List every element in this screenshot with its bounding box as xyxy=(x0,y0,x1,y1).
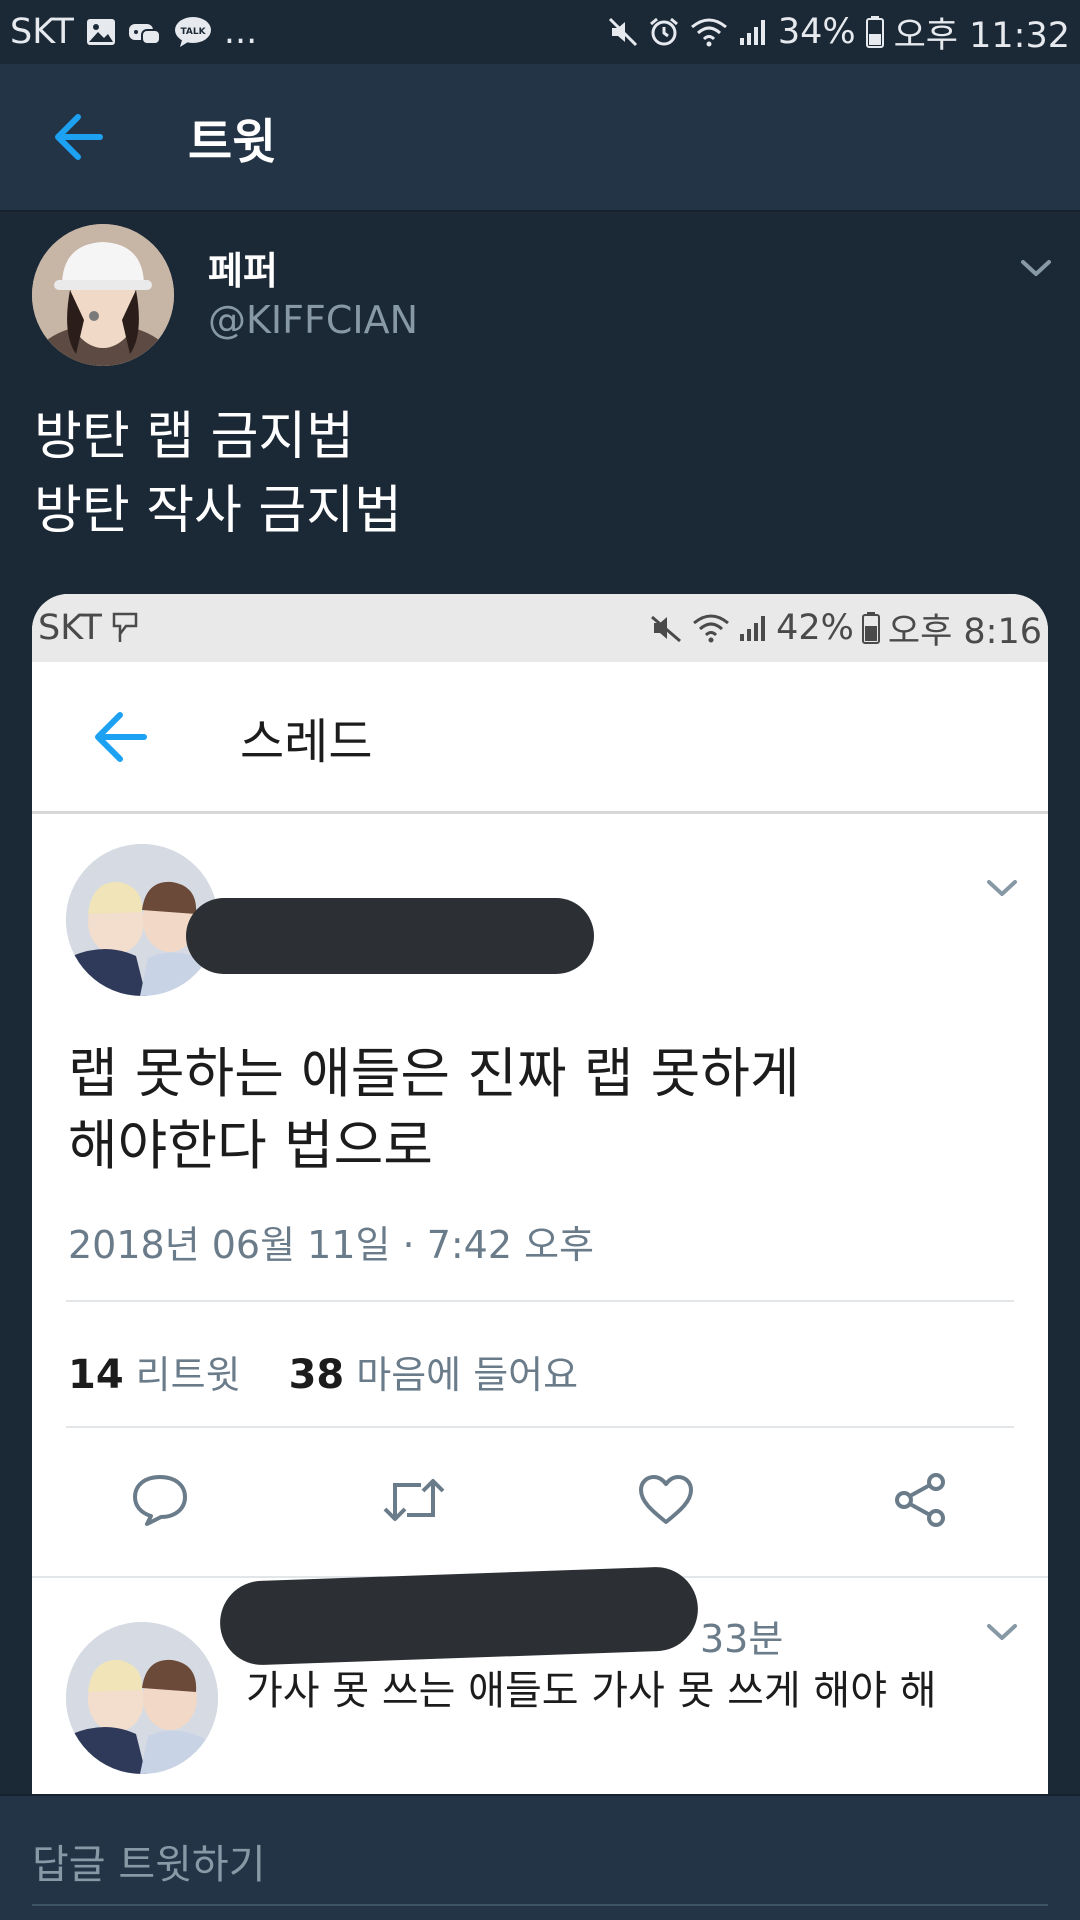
status-left: SKT TALK ... xyxy=(10,12,257,52)
retweet-action xyxy=(374,1460,454,1540)
retweet-count: 14 xyxy=(68,1352,124,1398)
page-title: 트윗 xyxy=(188,114,277,170)
reply-input-underline xyxy=(32,1904,1048,1906)
embedded-clock: 오후 8:16 xyxy=(887,611,1042,652)
reply-input[interactable]: 답글 트윗하기 xyxy=(32,1832,266,1890)
battery-percent: 34% xyxy=(777,12,856,52)
embedded-carrier-label: SKT xyxy=(38,608,102,648)
retweet-label: 리트윗 xyxy=(135,1353,241,1397)
share-action xyxy=(880,1460,960,1540)
reply-icon xyxy=(133,1475,187,1526)
embedded-back-button xyxy=(80,697,160,777)
reply-time: 33분 xyxy=(700,1617,784,1661)
reply-text: 가사 못 쓰는 애들도 가사 못 쓰게 해야 해 xyxy=(246,1668,937,1714)
embedded-tweet-text: 랩 못하는 애들은 진짜 랩 못하게 해야한다 법으로 xyxy=(68,1038,800,1182)
display-name[interactable]: 페퍼 xyxy=(208,240,278,295)
back-arrow-icon xyxy=(55,114,103,160)
battery-icon xyxy=(865,16,884,48)
chevron-down-icon xyxy=(987,1624,1017,1640)
back-button[interactable] xyxy=(38,97,118,177)
embedded-status-right: 42% 오후 8:16 xyxy=(648,603,1042,654)
tweet-text-line: 방탄 랩 금지법 xyxy=(34,407,355,467)
reply-composer: 답글 트윗하기 xyxy=(0,1794,1080,1920)
carrier-label: SKT xyxy=(10,12,74,52)
embedded-tweet-date: 2018년 06월 11일 · 7:42 오후 xyxy=(68,1223,595,1267)
embedded-options-button xyxy=(982,868,1022,908)
wifi-icon xyxy=(692,613,730,643)
embedded-reply: 33분 가사 못 쓰는 애들도 가사 못 쓰게 해야 해 xyxy=(32,1565,1048,1794)
avatar[interactable] xyxy=(32,224,174,366)
like-label: 마음에 들어요 xyxy=(356,1353,579,1397)
heart-icon xyxy=(639,1475,693,1524)
battery-icon xyxy=(861,612,880,644)
share-icon xyxy=(895,1473,945,1527)
back-arrow-icon xyxy=(95,711,147,762)
reply-avatar xyxy=(66,1622,218,1774)
status-right: 34% 오후 11:32 xyxy=(608,7,1070,58)
user-handle[interactable]: @KIFFCIAN xyxy=(208,298,418,342)
signal-icon xyxy=(738,614,768,642)
clock: 오후 11:32 xyxy=(893,15,1070,56)
embedded-battery-percent: 42% xyxy=(776,608,854,648)
embedded-page-title: 스레드 xyxy=(240,713,373,770)
mute-icon xyxy=(608,17,638,47)
divider xyxy=(66,1426,1014,1428)
divider xyxy=(66,1300,1014,1302)
embedded-tweet-stats: 14 리트윗 38 마음에 들어요 xyxy=(68,1344,578,1399)
like-count: 38 xyxy=(288,1352,345,1398)
notification-icon xyxy=(110,612,140,644)
notification-overflow: ... xyxy=(223,12,258,52)
kakaotalk-notification-icon: TALK xyxy=(174,16,212,48)
talk-label: TALK xyxy=(180,27,206,37)
tweet-text-line: 방탄 작사 금지법 xyxy=(34,481,402,541)
alarm-icon xyxy=(648,16,680,48)
app-header: 트윗 xyxy=(0,64,1080,212)
embedded-tweet-text-line: 해야한다 법으로 xyxy=(68,1114,433,1177)
tweet-options-button[interactable] xyxy=(1016,248,1056,288)
wifi-icon xyxy=(690,17,728,47)
like-action xyxy=(626,1460,706,1540)
reply-options-button xyxy=(982,1612,1022,1652)
tweet-text: 방탄 랩 금지법 방탄 작사 금지법 xyxy=(34,400,402,548)
embedded-tweet: 랩 못하는 애들은 진짜 랩 못하게 해야한다 법으로 2018년 06월 11… xyxy=(32,816,1048,1576)
reply-action xyxy=(120,1460,200,1540)
embedded-header: 스레드 xyxy=(32,662,1048,814)
chevron-down-icon xyxy=(1021,260,1051,276)
chevron-down-icon xyxy=(987,880,1017,896)
status-bar: SKT TALK ... 34% 오후 11:32 xyxy=(0,0,1080,64)
embedded-screenshot[interactable]: SKT 42% 오후 8:16 스레드 랩 못하는 애들은 진짜 랩 못하게 해… xyxy=(32,594,1048,1794)
retweet-icon xyxy=(383,1479,445,1521)
vibrate-icon xyxy=(648,613,684,643)
embedded-tweet-text-line: 랩 못하는 애들은 진짜 랩 못하게 xyxy=(68,1042,800,1105)
embedded-status-bar: SKT 42% 오후 8:16 xyxy=(32,594,1048,662)
redaction-bar xyxy=(218,1565,700,1667)
game-notification-icon xyxy=(128,18,162,46)
gallery-notification-icon xyxy=(86,18,116,46)
signal-icon xyxy=(738,18,768,46)
embedded-action-bar xyxy=(32,1460,1048,1550)
redaction-bar xyxy=(186,898,594,974)
